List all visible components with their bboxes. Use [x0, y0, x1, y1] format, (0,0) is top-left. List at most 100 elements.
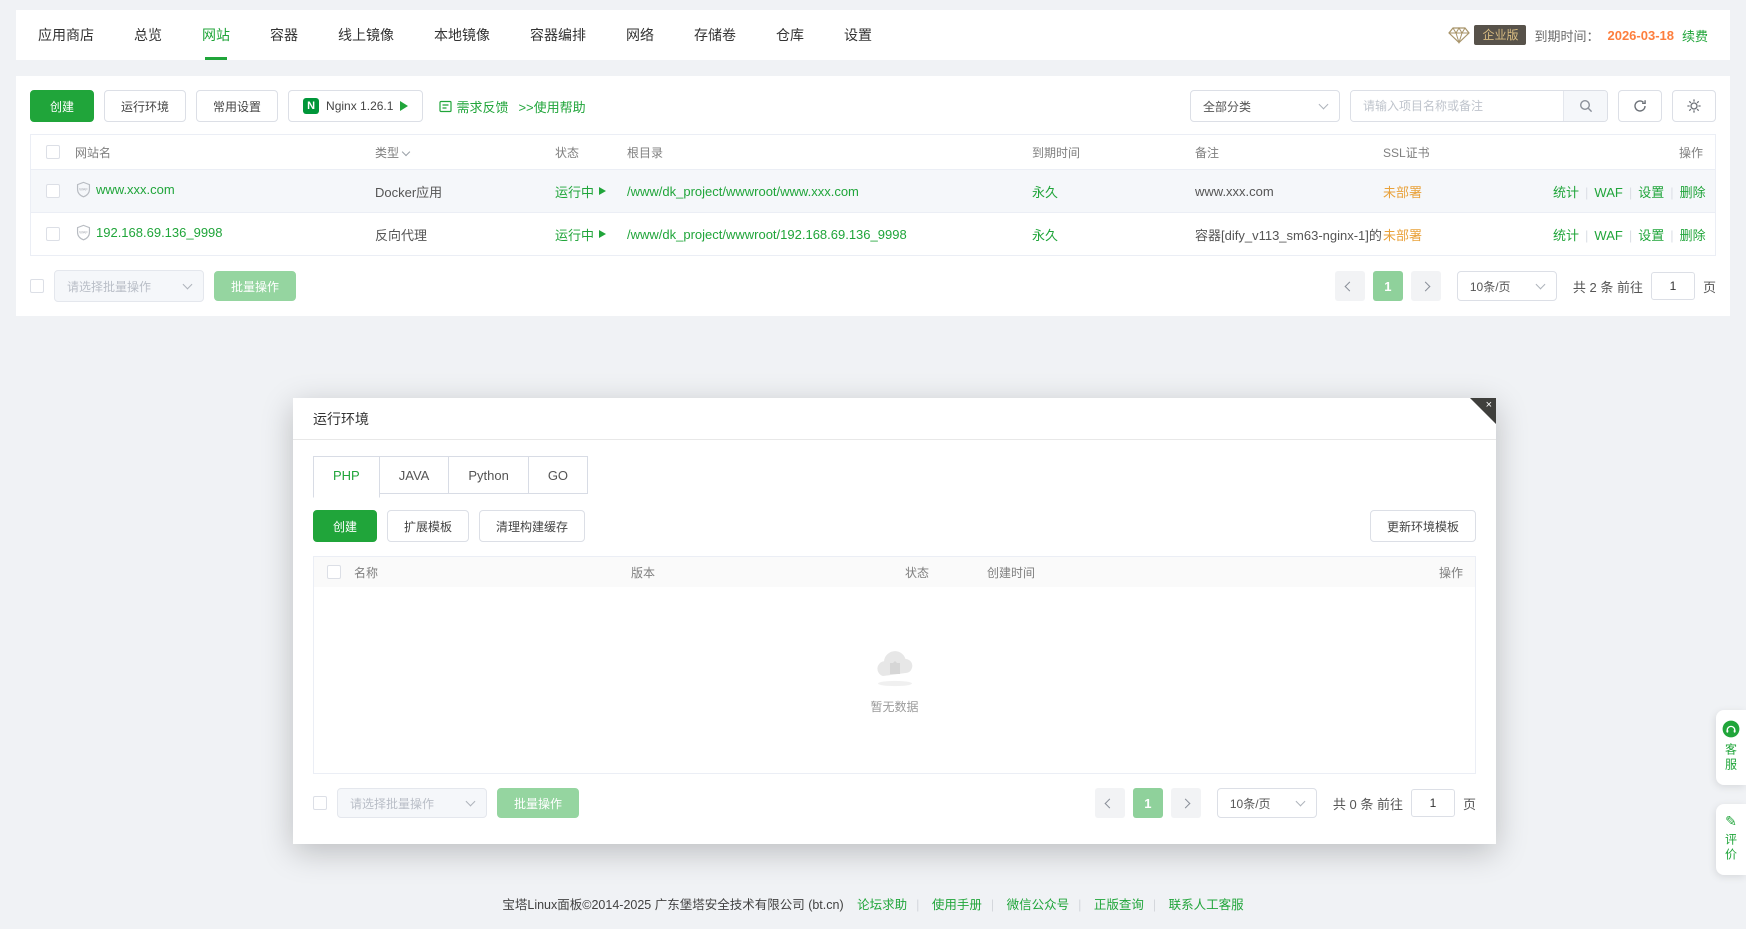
nav-tab-local-image[interactable]: 本地镜像 [434, 10, 490, 60]
nav-tab-repository[interactable]: 仓库 [776, 10, 804, 60]
nav-tab-settings[interactable]: 设置 [844, 10, 872, 60]
goto-page-input[interactable] [1651, 272, 1695, 300]
tab-python[interactable]: Python [448, 456, 528, 494]
category-filter-select[interactable]: 全部分类 [1190, 90, 1340, 122]
nginx-icon: N [303, 98, 319, 114]
site-expiry[interactable]: 永久 [1032, 185, 1058, 200]
action-settings-link[interactable]: 设置 [1638, 185, 1664, 200]
nav-tab-website[interactable]: 网站 [202, 10, 230, 60]
common-settings-button[interactable]: 常用设置 [196, 90, 278, 122]
env-select-all-checkbox[interactable] [327, 565, 341, 579]
create-site-button[interactable]: 创建 [30, 90, 94, 122]
footer-link-support[interactable]: 联系人工客服 [1169, 898, 1244, 912]
env-prev-page-button[interactable] [1095, 788, 1125, 818]
env-batch-bar: 请选择批量操作 批量操作 1 10条/页 共 0 条 前往 页 [313, 788, 1476, 818]
tab-php[interactable]: PHP [313, 456, 380, 498]
action-stats-link[interactable]: 统计 [1553, 228, 1579, 243]
search-button[interactable] [1563, 91, 1607, 121]
row-checkbox[interactable] [46, 184, 60, 198]
nav-tab-overview[interactable]: 总览 [134, 10, 162, 60]
running-play-icon [599, 187, 606, 195]
site-status[interactable]: 运行中 [555, 182, 606, 201]
website-table: 网站名 类型 状态 根目录 到期时间 备注 SSL证书 操作 WAF www.x… [30, 134, 1716, 256]
env-next-page-button[interactable] [1171, 788, 1201, 818]
customer-service-tab[interactable]: 客服 [1716, 710, 1746, 785]
nav-tab-app-store[interactable]: 应用商店 [38, 10, 94, 60]
header-root: 根目录 [627, 144, 1032, 161]
action-separator: | [1670, 228, 1673, 243]
batch-operation-select[interactable]: 请选择批量操作 [54, 270, 204, 302]
row-checkbox[interactable] [46, 227, 60, 241]
nav-tab-compose[interactable]: 容器编排 [530, 10, 586, 60]
review-tab[interactable]: ✎ 评价 [1716, 804, 1746, 875]
footer-link-wechat[interactable]: 微信公众号 [1007, 898, 1070, 912]
site-note[interactable]: 容器[dify_v113_sm63-nginx-1]的 [1195, 225, 1383, 244]
update-env-template-button[interactable]: 更新环境模板 [1370, 510, 1476, 542]
sort-chevron-icon [402, 147, 410, 155]
env-page-number-button[interactable]: 1 [1133, 788, 1163, 818]
env-page-size-select[interactable]: 10条/页 [1217, 788, 1317, 818]
footer-link-forum[interactable]: 论坛求助 [857, 898, 907, 912]
site-root-link[interactable]: /www/dk_project/wwwroot/192.168.69.136_9… [627, 227, 907, 242]
page-number-button[interactable]: 1 [1373, 271, 1403, 301]
header-type[interactable]: 类型 [375, 144, 555, 161]
select-all-checkbox[interactable] [46, 145, 60, 159]
webserver-label: Nginx 1.26.1 [326, 99, 393, 113]
env-batch-operation-select[interactable]: 请选择批量操作 [337, 788, 487, 818]
batch-select-all-checkbox[interactable] [30, 279, 44, 293]
footer-link-license-check[interactable]: 正版查询 [1094, 898, 1144, 912]
action-waf-link[interactable]: WAF [1594, 228, 1622, 243]
batch-operation-button[interactable]: 批量操作 [214, 271, 296, 301]
env-goto-page-input[interactable] [1411, 789, 1455, 817]
page-size-select[interactable]: 10条/页 [1457, 271, 1557, 301]
chevron-down-icon [1319, 99, 1329, 109]
env-header-created: 创建时间 [987, 564, 1405, 581]
table-row: WAF 192.168.69.136_9998 反向代理 运行中 /www/dk… [31, 212, 1715, 255]
ssl-status[interactable]: 未部署 [1383, 228, 1422, 243]
site-status[interactable]: 运行中 [555, 225, 606, 244]
header-site-name: 网站名 [75, 144, 375, 161]
site-root-link[interactable]: /www/dk_project/wwwroot/www.xxx.com [627, 184, 859, 199]
prev-page-button[interactable] [1335, 271, 1365, 301]
footer-link-manual[interactable]: 使用手册 [932, 898, 982, 912]
renew-link[interactable]: 续费 [1682, 26, 1708, 45]
env-batch-operation-button[interactable]: 批量操作 [497, 788, 579, 818]
empty-cloud-icon [869, 646, 921, 688]
next-page-button[interactable] [1411, 271, 1441, 301]
page-unit-label: 页 [1703, 277, 1716, 296]
action-settings-link[interactable]: 设置 [1638, 228, 1664, 243]
tab-go[interactable]: GO [528, 456, 588, 494]
nav-tab-container[interactable]: 容器 [270, 10, 298, 60]
env-batch-select-all-checkbox[interactable] [313, 796, 327, 810]
clean-build-cache-button[interactable]: 清理构建缓存 [479, 510, 585, 542]
page-footer: 宝塔Linux面板©2014-2025 广东堡塔安全技术有限公司 (bt.cn)… [0, 894, 1746, 913]
search-input[interactable] [1351, 91, 1563, 121]
action-stats-link[interactable]: 统计 [1553, 185, 1579, 200]
help-link[interactable]: >>使用帮助 [518, 97, 585, 116]
extend-template-button[interactable]: 扩展模板 [387, 510, 469, 542]
empty-text: 暂无数据 [870, 698, 918, 715]
modal-close-fold[interactable] [1470, 398, 1496, 424]
site-name-label: 192.168.69.136_9998 [96, 225, 223, 240]
site-note[interactable]: www.xxx.com [1195, 184, 1383, 199]
action-delete-link[interactable]: 删除 [1680, 185, 1706, 200]
site-name-link[interactable]: WAF 192.168.69.136_9998 [75, 224, 223, 241]
table-settings-button[interactable] [1672, 90, 1716, 122]
action-delete-link[interactable]: 删除 [1680, 228, 1706, 243]
refresh-button[interactable] [1618, 90, 1662, 122]
runtime-env-button[interactable]: 运行环境 [104, 90, 186, 122]
nav-tab-online-image[interactable]: 线上镜像 [338, 10, 394, 60]
site-expiry[interactable]: 永久 [1032, 228, 1058, 243]
tab-java[interactable]: JAVA [379, 456, 450, 494]
close-icon[interactable]: × [1486, 399, 1492, 411]
nav-tab-network[interactable]: 网络 [626, 10, 654, 60]
action-waf-link[interactable]: WAF [1594, 185, 1622, 200]
nav-tab-volume[interactable]: 存储卷 [694, 10, 736, 60]
webserver-button[interactable]: N Nginx 1.26.1 [288, 90, 423, 122]
feedback-link[interactable]: 需求反馈 [439, 97, 508, 116]
env-empty-state: 暂无数据 [314, 587, 1475, 773]
env-create-button[interactable]: 创建 [313, 510, 377, 542]
ssl-status[interactable]: 未部署 [1383, 185, 1422, 200]
review-label: 评价 [1723, 833, 1740, 863]
site-name-link[interactable]: WAF www.xxx.com [75, 181, 175, 198]
